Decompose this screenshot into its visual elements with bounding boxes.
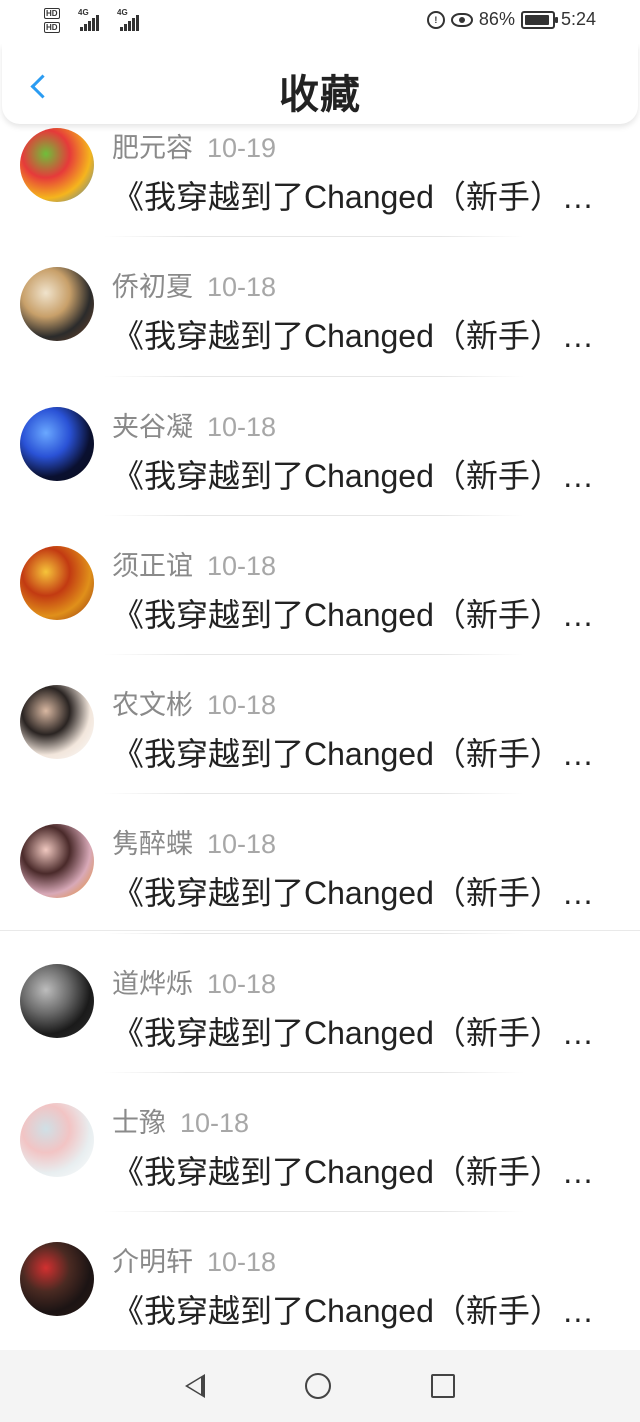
post-date: 10-18	[180, 1108, 250, 1139]
signal-bars-icon	[120, 13, 140, 31]
post-date: 10-18	[207, 829, 277, 860]
author-name-text: 夹谷凝	[112, 411, 193, 442]
avatar[interactable]	[20, 1103, 94, 1178]
author-name-text: 介明轩	[112, 1247, 193, 1278]
post-date: 10-18	[207, 411, 277, 442]
post-date: 10-18	[207, 1247, 277, 1278]
author-name-text: 侨初夏	[112, 272, 193, 303]
author-name: 道烨烁 10-18	[112, 962, 276, 1001]
author-name: 夹谷凝 10-18	[112, 405, 276, 444]
page-title: 收藏	[279, 73, 361, 117]
author-name: 须正谊 10-18	[112, 544, 276, 583]
author-name-text: 道烨烁	[112, 968, 193, 999]
post-title[interactable]: 《我穿越到了Changed（新手）…	[112, 311, 620, 357]
status-bar: HD HD 4G 4G ! 86% 5:24	[0, 0, 640, 44]
hd-badge: HD	[44, 7, 60, 19]
author-name-text: 士豫	[112, 1108, 166, 1139]
post-title[interactable]: 《我穿越到了Changed（新手）…	[112, 590, 620, 636]
avatar[interactable]	[20, 545, 94, 620]
system-nav-bar	[0, 1350, 640, 1422]
post-title[interactable]: 《我穿越到了Changed（新手）…	[112, 729, 620, 775]
avatar[interactable]	[20, 824, 94, 899]
post-title[interactable]: 《我穿越到了Changed（新手）…	[112, 1008, 620, 1054]
favorites-list: 肥元容 10-19 《我穿越到了Changed（新手）… 侨初夏 10-18 《我穿越到了…	[0, 98, 640, 1352]
author-name: 侨初夏 10-18	[112, 265, 276, 304]
avatar[interactable]	[20, 685, 94, 760]
list-item[interactable]: 侨初夏 10-18 《我穿越到了Changed（新手）…	[0, 237, 640, 377]
divider	[0, 930, 640, 931]
list-item[interactable]: 介明轩 10-18 《我穿越到了Changed（新手）…	[0, 1212, 640, 1352]
signal-indicators: HD HD	[44, 6, 62, 34]
avatar[interactable]	[20, 963, 94, 1038]
author-name-text: 肥元容	[112, 133, 193, 163]
author-name: 介明轩 10-18	[112, 1240, 276, 1279]
post-title[interactable]: 《我穿越到了Changed（新手）…	[112, 451, 620, 497]
post-title[interactable]: 《我穿越到了Changed（新手）…	[112, 172, 620, 218]
back-triangle-icon[interactable]	[185, 1374, 205, 1398]
list-item[interactable]: 农文彬 10-18 《我穿越到了Changed（新手）…	[0, 655, 640, 795]
author-name: 肥元容 10-19	[112, 126, 276, 165]
author-name: 士豫 10-18	[112, 1101, 249, 1140]
list-item[interactable]: 夹谷凝 10-18 《我穿越到了Changed（新手）…	[0, 377, 640, 516]
battery-percent: 86%	[478, 9, 515, 29]
data-saver-icon: !	[426, 10, 445, 29]
author-name: 隽醉蝶 10-18	[112, 822, 276, 861]
battery-icon	[520, 10, 558, 29]
avatar[interactable]	[20, 1242, 94, 1317]
home-circle-icon[interactable]	[305, 1373, 331, 1399]
avatar[interactable]	[20, 267, 94, 342]
post-title[interactable]: 《我穿越到了Changed（新手）…	[112, 1147, 620, 1193]
post-date: 10-19	[207, 133, 277, 163]
post-date: 10-18	[207, 272, 277, 303]
post-date: 10-18	[207, 690, 277, 721]
post-title[interactable]: 《我穿越到了Changed（新手）…	[112, 868, 620, 914]
signal-bars-icon	[80, 13, 100, 31]
list-item[interactable]: 隽醉蝶 10-18 《我穿越到了Changed（新手）…	[0, 794, 640, 934]
author-name-text: 隽醉蝶	[112, 829, 193, 860]
app-header: 收藏	[2, 44, 638, 124]
author-name-text: 农文彬	[112, 690, 193, 721]
avatar[interactable]	[20, 128, 94, 202]
list-item[interactable]: 士豫 10-18 《我穿越到了Changed（新手）…	[0, 1073, 640, 1213]
hd-badge: HD	[44, 21, 60, 33]
list-item[interactable]: 道烨烁 10-18 《我穿越到了Changed（新手）…	[0, 934, 640, 1074]
post-date: 10-18	[207, 550, 277, 581]
author-name: 农文彬 10-18	[112, 683, 276, 722]
avatar[interactable]	[20, 406, 94, 481]
list-item[interactable]: 须正谊 10-18 《我穿越到了Changed（新手）…	[0, 516, 640, 656]
clock: 5:24	[560, 9, 596, 29]
author-name-text: 须正谊	[112, 550, 193, 581]
eye-comfort-icon	[450, 12, 473, 27]
post-title[interactable]: 《我穿越到了Changed（新手）…	[112, 1286, 620, 1332]
recents-square-icon[interactable]	[431, 1374, 455, 1398]
post-date: 10-18	[207, 968, 277, 999]
